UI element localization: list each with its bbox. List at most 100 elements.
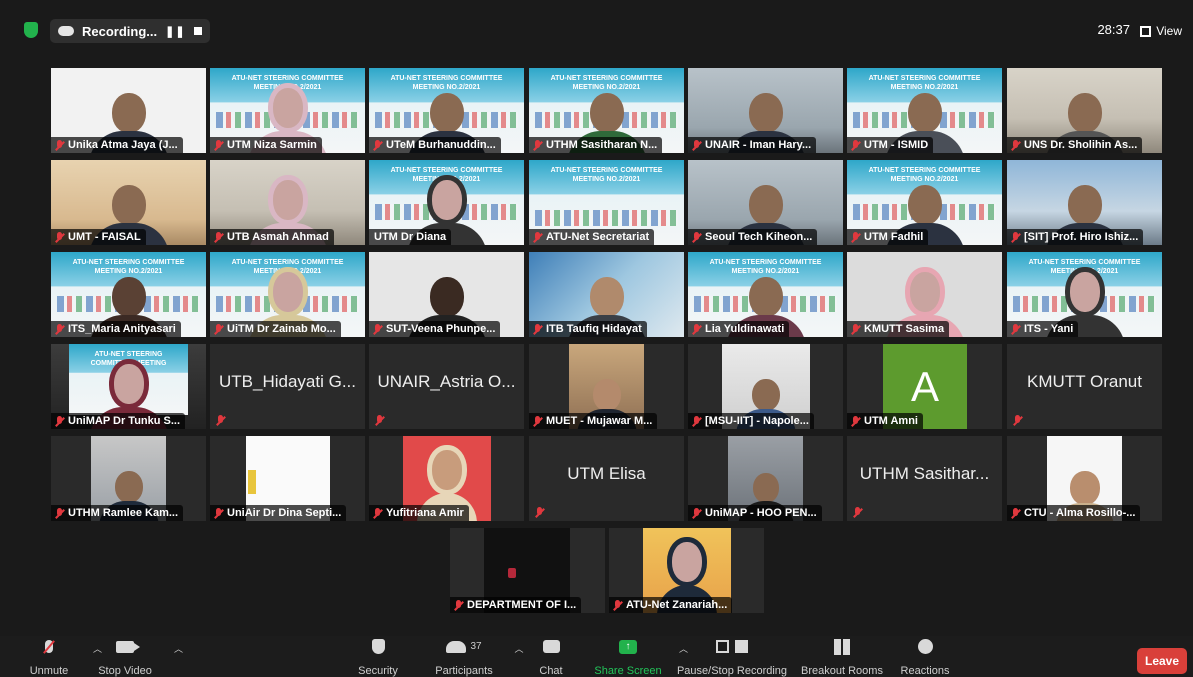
muted-mic-icon [214, 139, 223, 151]
video-camera-icon [116, 640, 140, 653]
participant-name-display: UNAIR_Astria O... [377, 372, 516, 391]
video-tile[interactable]: ATU-NET STEERING COMMITTEE MEETING NO.2/… [210, 252, 365, 337]
video-tile[interactable]: Yufitriana Amir [369, 436, 524, 521]
stop-video-button[interactable]: ︿ Stop Video [92, 636, 183, 677]
video-tile[interactable]: ATU-Net Zanariah... [609, 528, 764, 613]
video-tile[interactable]: UNAIR - Iman Hary... [688, 68, 843, 153]
video-tile[interactable]: ATU-NET STEERING COMMITTEE MEETING NO.2/… [529, 160, 684, 245]
stop-recording-icon[interactable] [193, 27, 202, 35]
participant-name-label: UMT - FAISAL [51, 229, 146, 245]
video-tile[interactable]: UniMAP - HOO PEN... [688, 436, 843, 521]
participant-name-label: UTHM Sasitharan N... [529, 137, 663, 153]
muted-mic-icon [1011, 231, 1020, 243]
breakout-rooms-button[interactable]: Breakout Rooms [800, 636, 884, 677]
participant-name-label: KMUTT Sasima [847, 321, 950, 337]
muted-mic-icon [1011, 323, 1020, 335]
participants-label: Participants [435, 665, 493, 677]
participant-name-label: Lia Yuldinawati [688, 321, 790, 337]
chevron-up-icon[interactable]: ︿ [514, 642, 523, 655]
participant-name: KMUTT Sasima [864, 323, 945, 335]
muted-mic-icon [692, 139, 701, 151]
muted-microphone-icon [45, 640, 53, 653]
participant-name: SUT-Veena Phunpe... [386, 323, 496, 335]
recording-label: Recording... [82, 23, 158, 39]
view-label: View [1156, 24, 1182, 38]
video-tile[interactable]: CTU - Alma Rosillo-... [1007, 436, 1162, 521]
participant-name: CTU - Alma Rosillo-... [1024, 507, 1136, 519]
participant-name-label: ATU-Net Zanariah... [609, 597, 733, 613]
video-tile[interactable]: ATU-NET STEERING COMMITTEE MEETING NO.2/… [1007, 252, 1162, 337]
stop-video-label: Stop Video [98, 665, 152, 677]
video-tile-camera-off[interactable]: UTM Elisa [529, 436, 684, 521]
card-accent [248, 470, 256, 494]
participants-button[interactable]: 37 ︿ Participants [428, 636, 523, 677]
video-tile[interactable]: UniAir Dr Dina Septi... [210, 436, 365, 521]
video-tile[interactable]: SUT-Veena Phunpe... [369, 252, 524, 337]
participant-count: 37 [470, 641, 482, 652]
chat-label: Chat [539, 665, 563, 677]
view-button[interactable]: View [1134, 19, 1188, 43]
video-tile-camera-off[interactable]: UTHM Sasithar... [847, 436, 1002, 521]
participant-name-label: UTHM Ramlee Kam... [51, 505, 184, 521]
video-tile[interactable]: ITB Taufiq Hidayat [529, 252, 684, 337]
participants-icon [446, 640, 467, 653]
unmute-button[interactable]: ︿ Unmute [20, 636, 102, 677]
video-tile[interactable]: KMUTT Sasima [847, 252, 1002, 337]
participant-name-label: CTU - Alma Rosillo-... [1007, 505, 1141, 521]
video-tile[interactable]: ATU-NET STEERING COMMITTEE MEETING NO.2/… [210, 68, 365, 153]
video-tile[interactable]: [SIT] Prof. Hiro Ishiz... [1007, 160, 1162, 245]
participant-name-label: SUT-Veena Phunpe... [369, 321, 501, 337]
video-tile[interactable]: ATU-NET STEERING COMMITTEE MEETING NO.2/… [847, 160, 1002, 245]
video-tile[interactable]: UTHM Ramlee Kam... [51, 436, 206, 521]
recording-indicator: Recording... ❚❚ [50, 19, 210, 43]
video-tile-camera-off[interactable]: KMUTT Oranut [1007, 344, 1162, 429]
video-tile[interactable]: ATU-NET STEERING COMMITTEE MEETING NO.2/… [529, 68, 684, 153]
security-button[interactable]: Security [352, 636, 404, 677]
participant-name: Lia Yuldinawati [705, 323, 785, 335]
video-tile[interactable]: ATU-NET STEERING COMMITTEE MEETING NO.2/… [51, 252, 206, 337]
participant-name-label: UTM Amni [847, 413, 923, 429]
encryption-shield-icon[interactable] [24, 22, 38, 38]
reactions-button[interactable]: Reactions [898, 636, 952, 677]
video-tile-active-speaker[interactable]: ATU-NET STEERING COMMITTEE MEETING NO.2/… [369, 160, 524, 245]
video-tile-camera-off[interactable]: UTB_Hidayati G... [210, 344, 365, 429]
muted-mic-icon [55, 231, 64, 243]
slide-title: ATU-NET STEERING COMMITTEE MEETING NO.2/… [709, 259, 822, 275]
video-tile[interactable]: ATU-NET STEERING COMMITTEE MEETING NO.2/… [51, 344, 206, 429]
participant-name: UniAir Dr Dina Septi... [227, 507, 342, 519]
participant-name: UNAIR - Iman Hary... [705, 139, 812, 151]
share-screen-button[interactable]: ↑ ︿ Share Screen [592, 636, 688, 677]
video-tile[interactable]: ATU-NET STEERING COMMITTEE MEETING NO.2/… [847, 68, 1002, 153]
video-tile[interactable]: DEPARTMENT OF I... [450, 528, 605, 613]
participant-name: UiTM Dr Zainab Mo... [227, 323, 336, 335]
participant-name-label: ATU-Net Secretariat [529, 229, 655, 245]
muted-mic-icon [55, 323, 64, 335]
video-tile[interactable]: Seoul Tech Kiheon... [688, 160, 843, 245]
video-tile[interactable]: ATU-NET STEERING COMMITTEE MEETING NO.2/… [369, 68, 524, 153]
muted-mic-icon [692, 323, 701, 335]
chat-button[interactable]: Chat [533, 636, 569, 677]
participant-name-display: UTB_Hidayati G... [219, 372, 356, 391]
participant-name: Unika Atma Jaya (J... [68, 139, 178, 151]
video-tile-avatar[interactable]: A UTM Amni [847, 344, 1002, 429]
video-tile-camera-off[interactable]: UNAIR_Astria O... [369, 344, 524, 429]
pause-stop-recording-button[interactable]: Pause/Stop Recording [674, 636, 790, 677]
slide-title: ATU-NET STEERING COMMITTEE MEETING NO.2/… [868, 167, 981, 183]
video-tile[interactable]: MUET - Mujawar M... [529, 344, 684, 429]
participant-name: ITS_Maria Anityasari [68, 323, 176, 335]
pause-recording-icon[interactable]: ❚❚ [165, 25, 185, 38]
video-tile[interactable]: Unika Atma Jaya (J... [51, 68, 206, 153]
slide-title: ATU-NET STEERING COMMITTEE MEETING NO.2/… [550, 167, 663, 183]
participant-name: UTHM Ramlee Kam... [68, 507, 179, 519]
participant-name: UniMAP - HOO PEN... [705, 507, 817, 519]
leave-button[interactable]: Leave [1137, 648, 1187, 674]
video-tile[interactable]: UNS Dr. Sholihin As... [1007, 68, 1162, 153]
participant-name: ITB Taufiq Hidayat [546, 323, 642, 335]
participant-name-label: UTM - ISMID [847, 137, 934, 153]
chevron-up-icon[interactable]: ︿ [174, 642, 183, 655]
video-tile[interactable]: [MSU-IIT] - Napole... [688, 344, 843, 429]
shield-icon [371, 639, 385, 654]
video-tile[interactable]: ATU-NET STEERING COMMITTEE MEETING NO.2/… [688, 252, 843, 337]
video-tile[interactable]: UMT - FAISAL [51, 160, 206, 245]
video-tile[interactable]: UTB Asmah Ahmad [210, 160, 365, 245]
